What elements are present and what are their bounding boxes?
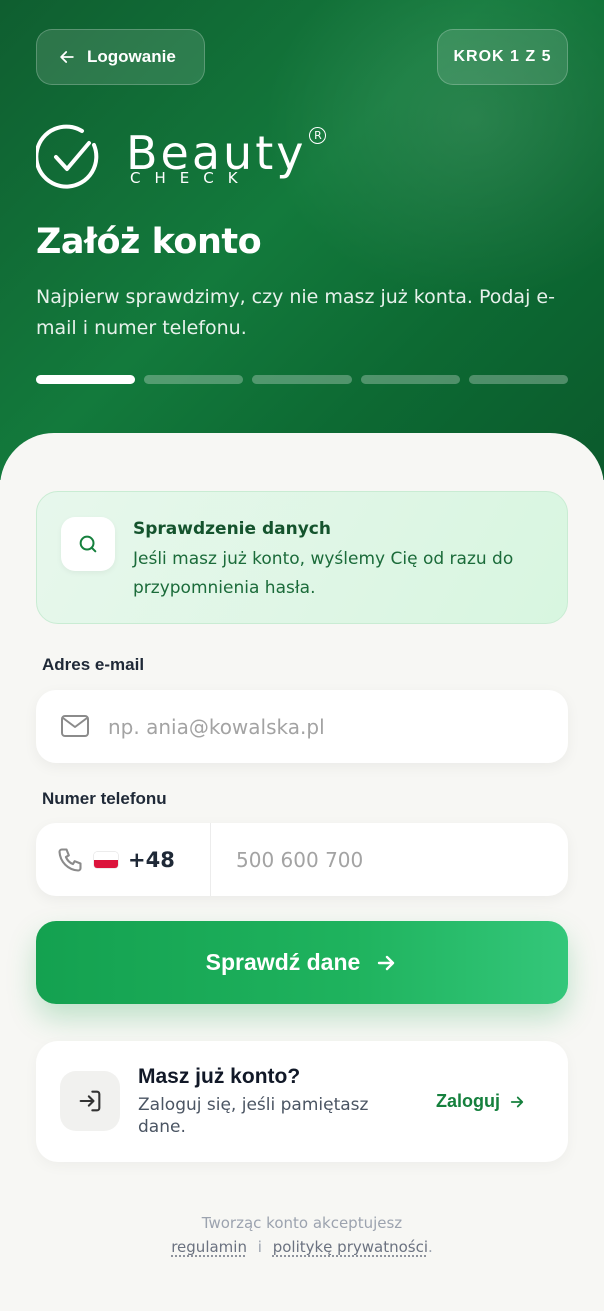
terms-intro: Tworząc konto akceptujesz — [201, 1214, 403, 1232]
account-body: Zaloguj się, jeśli pamiętasz dane. — [138, 1095, 369, 1137]
registered-mark: R — [309, 127, 327, 144]
arrow-left-icon — [60, 51, 74, 63]
page-subtitle: Najpierw sprawdzimy, czy nie masz już ko… — [36, 286, 555, 339]
back-to-login-button[interactable]: Logowanie — [36, 29, 205, 85]
login-link-label: Zaloguj — [436, 1091, 500, 1111]
progress-segment — [144, 375, 244, 384]
terms-footer: Tworząc konto akceptujesz regulamin i po… — [0, 1211, 604, 1259]
search-icon — [61, 517, 115, 571]
info-title: Sprawdzenie danych — [133, 519, 331, 539]
check-data-button[interactable]: Sprawdź dane — [36, 921, 568, 1004]
login-link[interactable]: Zaloguj — [436, 1091, 526, 1112]
privacy-link[interactable]: politykę prywatności — [273, 1238, 428, 1256]
terms-end: . — [428, 1238, 433, 1256]
email-input[interactable] — [108, 712, 548, 742]
progress-segment — [468, 375, 569, 384]
phone-label: Numer telefonu — [42, 789, 167, 808]
terms-link[interactable]: regulamin — [171, 1238, 247, 1256]
step-label: KROK 1 Z 5 — [453, 48, 552, 65]
progress-segment — [36, 375, 136, 384]
phone-input[interactable] — [236, 845, 546, 875]
poland-flag-icon — [94, 851, 118, 868]
arrow-right-icon — [510, 1096, 524, 1107]
page-title: Załóż konto — [36, 222, 262, 262]
email-label: Adres e-mail — [42, 655, 145, 674]
existing-account-card: Masz już konto? Zaloguj się, jeśli pamię… — [36, 1041, 568, 1162]
step-progress-bar — [36, 375, 569, 384]
top-bar: Logowanie KROK 1 Z 5 — [36, 29, 568, 85]
brand-logo: Beauty CHECK R — [36, 122, 327, 192]
back-button-label: Logowanie — [87, 47, 176, 66]
info-box: Sprawdzenie danych Jeśli masz już konto,… — [36, 491, 568, 624]
phone-field: +48 — [36, 823, 568, 896]
arrow-right-icon — [378, 955, 395, 970]
info-body: Jeśli masz już konto, wyślemy Cię od raz… — [133, 549, 514, 598]
progress-segment — [252, 375, 352, 384]
phone-icon — [58, 847, 82, 872]
country-code: +48 — [128, 847, 175, 872]
progress-segment — [360, 375, 460, 384]
login-icon — [60, 1071, 120, 1131]
mail-icon — [61, 715, 89, 737]
step-indicator: KROK 1 Z 5 — [437, 29, 568, 85]
terms-conjunction: i — [257, 1238, 262, 1256]
country-code-selector[interactable]: +48 — [36, 823, 211, 896]
cta-label: Sprawdź dane — [205, 949, 361, 975]
check-circle-logo-icon — [36, 124, 99, 189]
hero-header: Logowanie KROK 1 Z 5 Beauty CHECK R Załó… — [0, 0, 604, 480]
account-title: Masz już konto? — [138, 1065, 301, 1088]
email-field[interactable] — [36, 690, 568, 763]
